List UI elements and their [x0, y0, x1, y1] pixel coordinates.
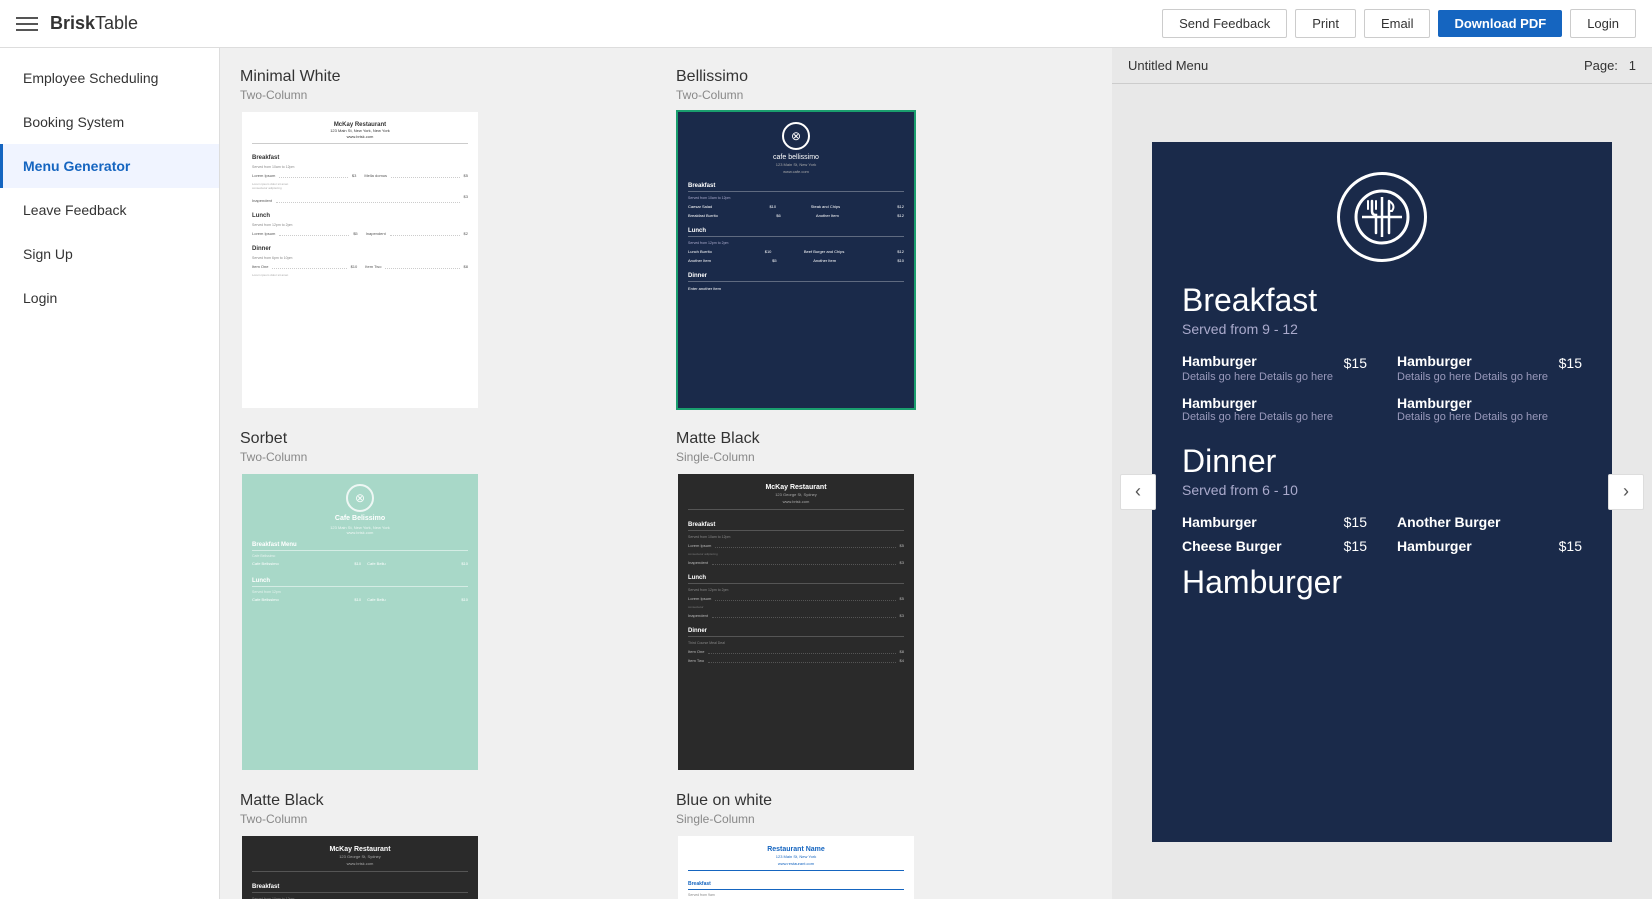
template-title: Matte Black: [676, 430, 1092, 448]
templates-grid: Minimal White Two-Column McKay Restauran…: [240, 68, 1092, 899]
templates-area: Minimal White Two-Column McKay Restauran…: [220, 48, 1112, 899]
breakfast-item-2: Hamburger $15 Details go here Details go…: [1397, 353, 1582, 383]
template-thumb-bellissimo[interactable]: ⊗ cafe bellissimo123 Main St, New Yorkww…: [676, 110, 916, 410]
sidebar-item-leave-feedback[interactable]: Leave Feedback: [0, 188, 219, 232]
dinner-subtitle: Served from 6 - 10: [1182, 482, 1582, 498]
extra-section: Hamburger: [1182, 564, 1582, 601]
send-feedback-button[interactable]: Send Feedback: [1162, 9, 1287, 38]
dinner-item-4: Hamburger $15: [1397, 538, 1582, 554]
prev-page-button[interactable]: ‹: [1120, 474, 1156, 510]
dinner-title: Dinner: [1182, 443, 1582, 480]
template-thumb-sorbet[interactable]: ⊗ Cafe Belissimo 123 Main St, New York, …: [240, 472, 480, 772]
main-layout: Employee Scheduling Booking System Menu …: [0, 48, 1652, 899]
header-actions: Send Feedback Print Email Download PDF L…: [1162, 9, 1636, 38]
bellissimo-thumb-icon: ⊗: [782, 122, 810, 150]
template-minimal-white[interactable]: Minimal White Two-Column McKay Restauran…: [240, 68, 656, 410]
template-bellissimo[interactable]: Bellissimo Two-Column ⊗ cafe bellissimo1…: [676, 68, 1092, 410]
template-subtitle: Two-Column: [240, 450, 656, 464]
header: BriskTable Send Feedback Print Email Dow…: [0, 0, 1652, 48]
sidebar-item-employee-scheduling[interactable]: Employee Scheduling: [0, 56, 219, 100]
template-blue-on-white[interactable]: Blue on white Single-Column Restaurant N…: [676, 792, 1092, 899]
template-title: Blue on white: [676, 792, 1092, 810]
dinner-item-2: Another Burger: [1397, 514, 1582, 530]
preview-header: Untitled Menu Page: 1: [1112, 48, 1652, 84]
sidebar-item-booking-system[interactable]: Booking System: [0, 100, 219, 144]
template-title: Minimal White: [240, 68, 656, 86]
preview-area: Untitled Menu Page: 1 ‹: [1112, 48, 1652, 899]
menu-title: Untitled Menu: [1128, 58, 1208, 73]
template-thumb-matte-black-single[interactable]: McKay Restaurant123 George St, Sydneywww…: [676, 472, 916, 772]
template-subtitle: Two-Column: [240, 812, 656, 826]
preview-logo-icon: [1337, 172, 1427, 262]
page-info: Page: 1: [1584, 58, 1636, 73]
brand-name: BriskTable: [50, 13, 138, 34]
print-button[interactable]: Print: [1295, 9, 1356, 38]
breakfast-item-1: Hamburger $15 Details go here Details go…: [1182, 353, 1367, 383]
preview-nav: ‹: [1112, 84, 1652, 899]
breakfast-subtitle: Served from 9 - 12: [1182, 321, 1582, 337]
breakfast-item-4: Hamburger Details go here Details go her…: [1397, 395, 1582, 423]
template-title: Bellissimo: [676, 68, 1092, 86]
download-pdf-button[interactable]: Download PDF: [1438, 10, 1562, 37]
logo-area: BriskTable: [16, 13, 138, 34]
breakfast-title: Breakfast: [1182, 282, 1582, 319]
template-sorbet[interactable]: Sorbet Two-Column ⊗ Cafe Belissimo 123 M…: [240, 430, 656, 772]
template-thumb-minimal-white[interactable]: McKay Restaurant123 Main St, New York, N…: [240, 110, 480, 410]
template-matte-black-two[interactable]: Matte Black Two-Column McKay Restaurant1…: [240, 792, 656, 899]
next-page-button[interactable]: ›: [1608, 474, 1644, 510]
page-number: 1: [1629, 58, 1636, 73]
template-subtitle: Single-Column: [676, 450, 1092, 464]
template-title: Sorbet: [240, 430, 656, 448]
template-title: Matte Black: [240, 792, 656, 810]
template-subtitle: Two-Column: [676, 88, 1092, 102]
breakfast-item-3: Hamburger Details go here Details go her…: [1182, 395, 1367, 423]
hamburger-menu-icon[interactable]: [16, 17, 38, 31]
page-label: Page:: [1584, 58, 1618, 73]
sidebar-item-sign-up[interactable]: Sign Up: [0, 232, 219, 276]
preview-logo-area: [1182, 172, 1582, 262]
brand-prefix: Brisk: [50, 13, 95, 33]
template-thumb-blue-on-white[interactable]: Restaurant Name123 Main St, New Yorkwww.…: [676, 834, 916, 899]
menu-preview: Breakfast Served from 9 - 12 Hamburger $…: [1152, 142, 1612, 842]
template-matte-black-single[interactable]: Matte Black Single-Column McKay Restaura…: [676, 430, 1092, 772]
breakfast-items: Hamburger $15 Details go here Details go…: [1182, 353, 1582, 423]
template-subtitle: Two-Column: [240, 88, 656, 102]
dinner-items: Hamburger $15 Another Burger Cheese Burg…: [1182, 514, 1582, 554]
sidebar-item-menu-generator[interactable]: Menu Generator: [0, 144, 219, 188]
sidebar: Employee Scheduling Booking System Menu …: [0, 48, 220, 899]
login-button[interactable]: Login: [1570, 9, 1636, 38]
sidebar-item-login[interactable]: Login: [0, 276, 219, 320]
dinner-item-3: Cheese Burger $15: [1182, 538, 1367, 554]
brand-suffix: Table: [95, 13, 138, 33]
template-thumb-matte-black-two[interactable]: McKay Restaurant123 George St, Sydneywww…: [240, 834, 480, 899]
template-subtitle: Single-Column: [676, 812, 1092, 826]
dinner-item-1: Hamburger $15: [1182, 514, 1367, 530]
email-button[interactable]: Email: [1364, 9, 1431, 38]
